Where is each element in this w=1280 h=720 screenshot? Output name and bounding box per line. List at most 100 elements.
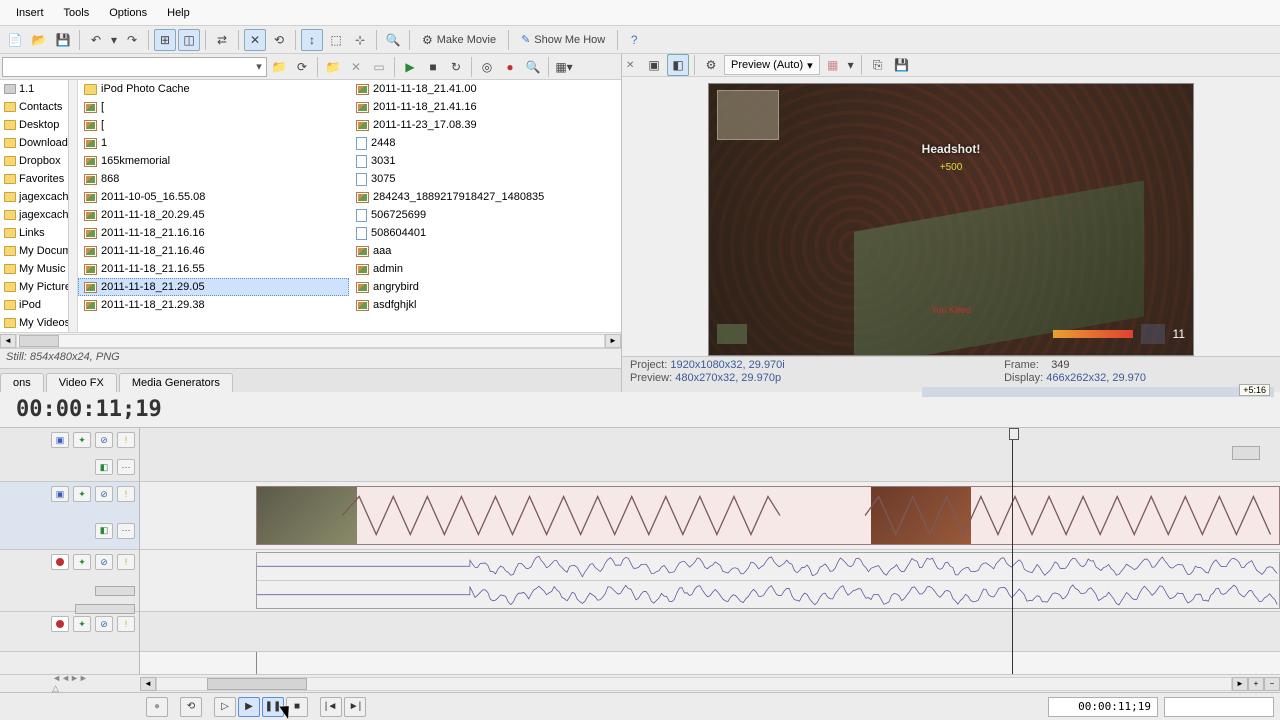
loop-button[interactable]: ⟲ [180, 697, 202, 717]
snap-icon[interactable]: ⊞ [154, 29, 176, 51]
copy-snapshot-icon[interactable]: ⎘ [867, 54, 889, 76]
pause-button[interactable]: ❚❚ [262, 697, 284, 717]
scroll-left-icon[interactable]: ◄ [140, 677, 156, 691]
undo-icon[interactable]: ↶ [85, 29, 107, 51]
arm-record-icon[interactable] [51, 616, 69, 632]
new-folder-icon[interactable]: 📁 [322, 56, 344, 78]
play-start-button[interactable]: ▷ [214, 697, 236, 717]
file-item[interactable]: 165kmemorial [78, 152, 349, 170]
file-item[interactable]: 2011-11-18_21.16.46 [78, 242, 349, 260]
file-item[interactable]: 1 [78, 134, 349, 152]
tab-transitions[interactable]: ons [0, 373, 44, 392]
quality-icon[interactable]: ⚙ [700, 54, 722, 76]
save-icon[interactable]: 💾 [52, 29, 74, 51]
file-item[interactable]: 2011-11-18_21.29.05 [78, 278, 349, 296]
file-list-col2[interactable]: 2011-11-18_21.41.002011-11-18_21.41.1620… [349, 80, 621, 332]
track-fx-icon[interactable]: ▣ [51, 432, 69, 448]
close-icon[interactable]: ✕ [626, 60, 637, 71]
track-fx-icon[interactable]: ✦ [73, 616, 91, 632]
zoom-in-icon[interactable]: + [1248, 677, 1264, 691]
folder-item[interactable]: 1.1 [0, 80, 77, 98]
snap2-icon[interactable]: ◫ [178, 29, 200, 51]
autoripple-icon[interactable]: ⟲ [268, 29, 290, 51]
tab-video-fx[interactable]: Video FX [46, 373, 117, 392]
arm-record-icon[interactable] [51, 554, 69, 570]
track-motion-icon[interactable]: ✦ [73, 486, 91, 502]
path-combo[interactable]: ▾ [2, 57, 267, 77]
tool-select-icon[interactable]: ⬚ [325, 29, 347, 51]
vol-slider[interactable] [75, 604, 135, 614]
track-mute-icon[interactable]: ⊘ [95, 554, 113, 570]
file-item[interactable]: 284243_1889217918427_1480835 [350, 188, 621, 206]
file-item[interactable]: 2011-11-18_20.29.45 [78, 206, 349, 224]
stop-preview-icon[interactable]: ■ [422, 56, 444, 78]
autoxfade-icon[interactable]: ✕ [244, 29, 266, 51]
file-item[interactable]: 2011-11-23_17.08.39 [350, 116, 621, 134]
folder-item[interactable]: Links [0, 224, 77, 242]
file-item[interactable]: 2011-11-18_21.41.16 [350, 98, 621, 116]
new-icon[interactable]: 📄 [4, 29, 26, 51]
folder-item[interactable]: Desktop [0, 116, 77, 134]
properties-icon[interactable]: ▭ [368, 56, 390, 78]
refresh-icon[interactable]: ⟳ [291, 56, 313, 78]
file-item[interactable]: admin [350, 260, 621, 278]
track-header-video1[interactable]: ▣ ✦ ⊘ ! ◧ ⋯ [0, 428, 139, 482]
make-movie-button[interactable]: ⚙Make Movie [415, 29, 503, 51]
tracks-area[interactable] [140, 428, 1280, 674]
help-icon[interactable]: ? [623, 29, 645, 51]
marker-icon[interactable]: ● [499, 56, 521, 78]
go-end-button[interactable]: ►| [344, 697, 366, 717]
track-fx-icon[interactable]: ▣ [51, 486, 69, 502]
folder-item[interactable]: My Videos [0, 314, 77, 332]
folder-item[interactable]: Downloads [0, 134, 77, 152]
show-me-how-button[interactable]: ✎Show Me How [514, 29, 612, 51]
file-item[interactable]: 2011-11-18_21.16.16 [78, 224, 349, 242]
timecode-cursor[interactable]: 00:00:11;19 [1048, 697, 1158, 717]
track-audio2[interactable] [140, 612, 1280, 652]
go-start-button[interactable]: |◄ [320, 697, 342, 717]
clip-handle-icon[interactable] [1232, 446, 1260, 460]
track-header-video2[interactable]: ▣ ✦ ⊘ ! ◧ ⋯ [0, 482, 139, 550]
file-item[interactable]: 2448 [350, 134, 621, 152]
main-timecode[interactable]: 00:00:11;19 [0, 397, 178, 422]
menu-insert[interactable]: Insert [6, 3, 54, 23]
file-item[interactable]: 3075 [350, 170, 621, 188]
ripple-icon[interactable]: ⇄ [211, 29, 233, 51]
save-snapshot-icon[interactable]: 💾 [891, 54, 913, 76]
track-mute-icon[interactable]: ⊘ [95, 616, 113, 632]
track-solo-icon[interactable]: ! [117, 432, 135, 448]
split-screen-icon[interactable]: ◧ [667, 54, 689, 76]
zoom-out-icon[interactable]: − [1264, 677, 1280, 691]
track-motion-icon[interactable]: ✦ [73, 432, 91, 448]
track-video2[interactable] [140, 482, 1280, 550]
timeline-hscroll[interactable]: ◄ ► + − [140, 674, 1280, 692]
file-item[interactable]: aaa [350, 242, 621, 260]
folder-item[interactable]: My Documents [0, 242, 77, 260]
file-item[interactable]: asdfghjkl [350, 296, 621, 314]
file-item[interactable]: 2011-11-18_21.16.55 [78, 260, 349, 278]
ext-monitor-icon[interactable]: ▣ [643, 54, 665, 76]
folder-item[interactable]: jagexcache [0, 206, 77, 224]
track-comp-icon[interactable]: ◧ [95, 459, 113, 475]
redo-icon[interactable]: ↷ [121, 29, 143, 51]
file-item[interactable]: 868 [78, 170, 349, 188]
scroll-right-icon[interactable]: ► [1232, 677, 1248, 691]
region-icon[interactable]: ◎ [476, 56, 498, 78]
video-clip[interactable] [256, 486, 1280, 545]
stop-button[interactable]: ■ [286, 697, 308, 717]
rate-control[interactable]: ◄◄►►△ [0, 674, 140, 692]
play-button[interactable]: ▶ [238, 697, 260, 717]
autoplay-icon[interactable]: ↻ [445, 56, 467, 78]
tool-edit-icon[interactable]: ↕ [301, 29, 323, 51]
folder-item[interactable]: jagexcache [0, 188, 77, 206]
track-more-icon[interactable]: ⋯ [117, 523, 135, 539]
magnify-icon[interactable]: 🔍 [382, 29, 404, 51]
folder-item[interactable]: Favorites [0, 170, 77, 188]
preview-quality-dropdown[interactable]: Preview (Auto)▾ [724, 55, 820, 75]
folder-item[interactable]: My Pictures [0, 278, 77, 296]
views-icon[interactable]: ▦▾ [553, 56, 575, 78]
track-header-audio1[interactable]: ✦ ⊘ ! [0, 550, 139, 612]
record-button[interactable]: ● [146, 697, 168, 717]
track-solo-icon[interactable]: ! [117, 616, 135, 632]
track-audio1[interactable] [140, 550, 1280, 612]
